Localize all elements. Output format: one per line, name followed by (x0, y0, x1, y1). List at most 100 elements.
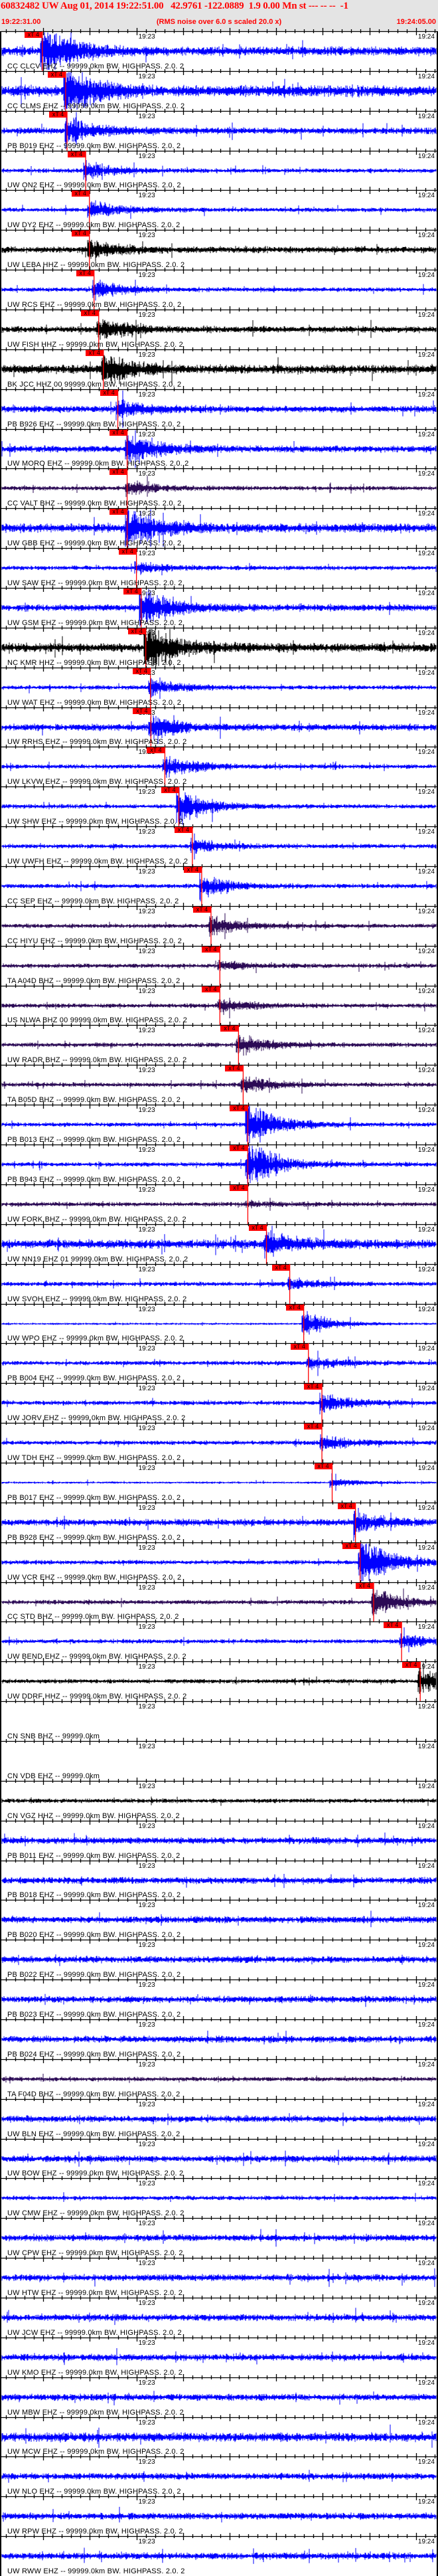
minute-label: 19:23 (138, 112, 155, 120)
minute-label: 19:23 (138, 1067, 155, 1075)
trace-row: 19:23 19:24 xT 4 UW VCR EHZ -- 99999.0km BW… (1, 1538, 437, 1582)
trace-row: 19:23 19:24 xT 4 UW WPO EHZ -- 99999.0km BW… (1, 1300, 437, 1344)
pick-marker[interactable]: xT 4 (109, 509, 127, 515)
minute-label: 19:24 (417, 1305, 435, 1313)
pick-marker[interactable]: xT 4 (271, 1264, 290, 1271)
waveform (1, 1910, 437, 1928)
pick-marker[interactable]: xT 4 (230, 1145, 248, 1152)
pick-marker[interactable]: xT 4 (71, 230, 90, 237)
minute-label: 19:24 (417, 2180, 435, 2188)
pick-marker[interactable]: xT 4 (118, 549, 137, 555)
pick-marker[interactable]: xT 4 (402, 1662, 421, 1669)
pick-marker[interactable]: xT 4 (109, 469, 127, 476)
pick-marker[interactable]: xT 4 (161, 787, 179, 794)
pick-marker[interactable]: xT 4 (76, 270, 94, 277)
trace-row: 19:23 19:24 xT 4 UW NN19 EHZ 01 99999.0km B… (1, 1220, 437, 1264)
trace-row: 19:23 19:24 xT 4 UW DDRF HHZ -- 99999.0km B… (1, 1658, 437, 1702)
minute-label: 19:23 (138, 192, 155, 200)
minute-label: 19:24 (417, 272, 435, 280)
pick-marker[interactable]: xT 4 (183, 867, 202, 874)
pick-marker[interactable]: xT 4 (133, 707, 151, 714)
station-label: CN VGZ HHZ -- 99999.0km BW. HIGHPASS. 2.… (7, 1811, 180, 1820)
trace-row: 19:2319:24xT 4UW WAT EHZ -- 99999.0km BW… (1, 664, 437, 707)
waveform (1, 1035, 437, 1056)
waveform (1, 913, 437, 939)
station-label: CN SNB BHZ -- 99999.0km (7, 1732, 100, 1740)
pick-marker[interactable]: xT 4 (80, 310, 99, 317)
minute-label: 19:24 (417, 1862, 435, 1870)
pick-marker[interactable]: xT 4 (174, 827, 192, 834)
pick-marker[interactable]: xT 4 (24, 32, 42, 38)
station-label: PB B943 EHZ -- 99999.0km BW. HIGHPASS. 2… (7, 1175, 181, 1184)
minute-label: 19:24 (417, 1742, 435, 1750)
trace-row: 19:23 19:24 PB B024 EHZ -- 99999.0km BW. H… (1, 2015, 437, 2059)
pick-marker[interactable]: xT 4 (314, 1463, 332, 1469)
pick-marker[interactable]: xT 4 (290, 1344, 309, 1350)
waveform (1, 2112, 437, 2126)
station-label: UW DY2 EHZ -- 99999.0km BW. HIGHPASS. 2.… (7, 221, 181, 230)
pick-marker[interactable]: xT 4 (285, 1304, 304, 1311)
waveform (1, 1225, 437, 1259)
trace-row: 19:23 19:24 xT 4 UW FISH HHZ -- 99999.0km B… (1, 306, 437, 349)
pick-marker[interactable]: xT 4 (123, 589, 141, 595)
pick-marker[interactable]: xT 4 (192, 906, 211, 913)
pick-marker[interactable]: xT 4 (230, 1105, 248, 1112)
pick-marker[interactable]: xT 4 (225, 1065, 244, 1072)
minute-label: 19:23 (138, 152, 155, 160)
minute-label: 19:24 (417, 907, 435, 915)
pick-marker[interactable]: xT 4 (109, 429, 127, 436)
station-label: UW NLO EHZ -- 99999.0km BW. HIGHPASS. 2.… (7, 2488, 181, 2496)
pick-marker[interactable]: xT 4 (71, 191, 90, 197)
pick-marker[interactable]: xT 4 (230, 1184, 248, 1191)
trace-row: 19:23 19:24 xT 4 UW RCS EHZ -- 99999.0km BW… (1, 266, 437, 310)
waveform (1, 561, 437, 576)
minute-label: 19:24 (417, 152, 435, 160)
pick-marker[interactable]: xT 4 (147, 747, 165, 754)
trace-row: 19:23 19:24 CN VDB EHZ -- 99999.0km (1, 1737, 437, 1781)
trace-row: 19:23 19:24 xT 4 UW BEND EHZ -- 99999.0km B… (1, 1618, 437, 1662)
pick-marker[interactable]: xT 4 (127, 628, 146, 634)
minute-label: 19:24 (417, 987, 435, 995)
pick-marker[interactable]: xT 4 (68, 151, 86, 157)
minute-label: 19:24 (417, 1107, 435, 1115)
trace-row: 19:23 19:24 xT 4 CC CLCV EHZ -- 99999.0km B… (1, 28, 437, 71)
pick-marker[interactable]: xT 4 (384, 1622, 402, 1629)
minute-label: 19:24 (417, 2140, 435, 2148)
end-time: 19:24:05.00 (396, 18, 436, 26)
trace-row: 19:23 19:24 xT 4 CC CLMS EHZ -- 99999.0km B… (1, 67, 437, 111)
pick-marker[interactable]: xT 4 (248, 1224, 267, 1231)
waveform (1, 997, 437, 1018)
pick-marker[interactable]: xT 4 (356, 1582, 374, 1589)
waveform (1, 1350, 437, 1376)
pick-marker[interactable]: xT 4 (202, 986, 220, 992)
waveform (1, 2268, 437, 2288)
pick-marker[interactable]: xT 4 (337, 1503, 356, 1509)
pick-marker[interactable]: xT 4 (85, 349, 104, 356)
trace-row: 19:23 19:24 xT 4 NC KMR HHZ -- 99999.0km BW… (1, 624, 437, 668)
pick-marker[interactable]: xT 4 (49, 111, 67, 118)
minute-label: 19:23 (138, 1305, 155, 1313)
pick-marker[interactable]: xT 4 (304, 1424, 323, 1430)
minute-label: 19:23 (138, 1703, 155, 1711)
waveform (1, 1198, 437, 1211)
pick-marker[interactable]: xT 4 (220, 1026, 239, 1032)
minute-label: 19:24 (417, 2260, 435, 2268)
pick-marker[interactable]: xT 4 (202, 946, 220, 953)
pick-marker[interactable]: xT 4 (100, 389, 118, 396)
minute-label: 19:23 (138, 2498, 155, 2506)
waveform (1, 280, 437, 301)
minute-label: 19:23 (138, 1265, 155, 1273)
minute-label: 19:23 (138, 391, 155, 399)
pick-marker[interactable]: xT 4 (132, 668, 151, 674)
minute-label: 19:23 (138, 1027, 155, 1035)
minute-label: 19:23 (138, 1226, 155, 1234)
pick-marker[interactable]: xT 4 (47, 71, 66, 78)
station-label: UW BLN EHZ -- 99999.0km BW. HIGHPASS. 2.… (7, 2130, 181, 2138)
trace-row: 19:2319:24xT 4UW LKVW EHZ -- 99999.0km B… (1, 743, 437, 787)
pick-marker[interactable]: xT 4 (304, 1384, 323, 1390)
waveform (1, 476, 437, 498)
minute-label: 19:23 (138, 72, 155, 80)
pick-marker[interactable]: xT 4 (342, 1542, 360, 1549)
minute-label: 19:24 (417, 2419, 435, 2427)
minute-label: 19:23 (138, 828, 155, 836)
